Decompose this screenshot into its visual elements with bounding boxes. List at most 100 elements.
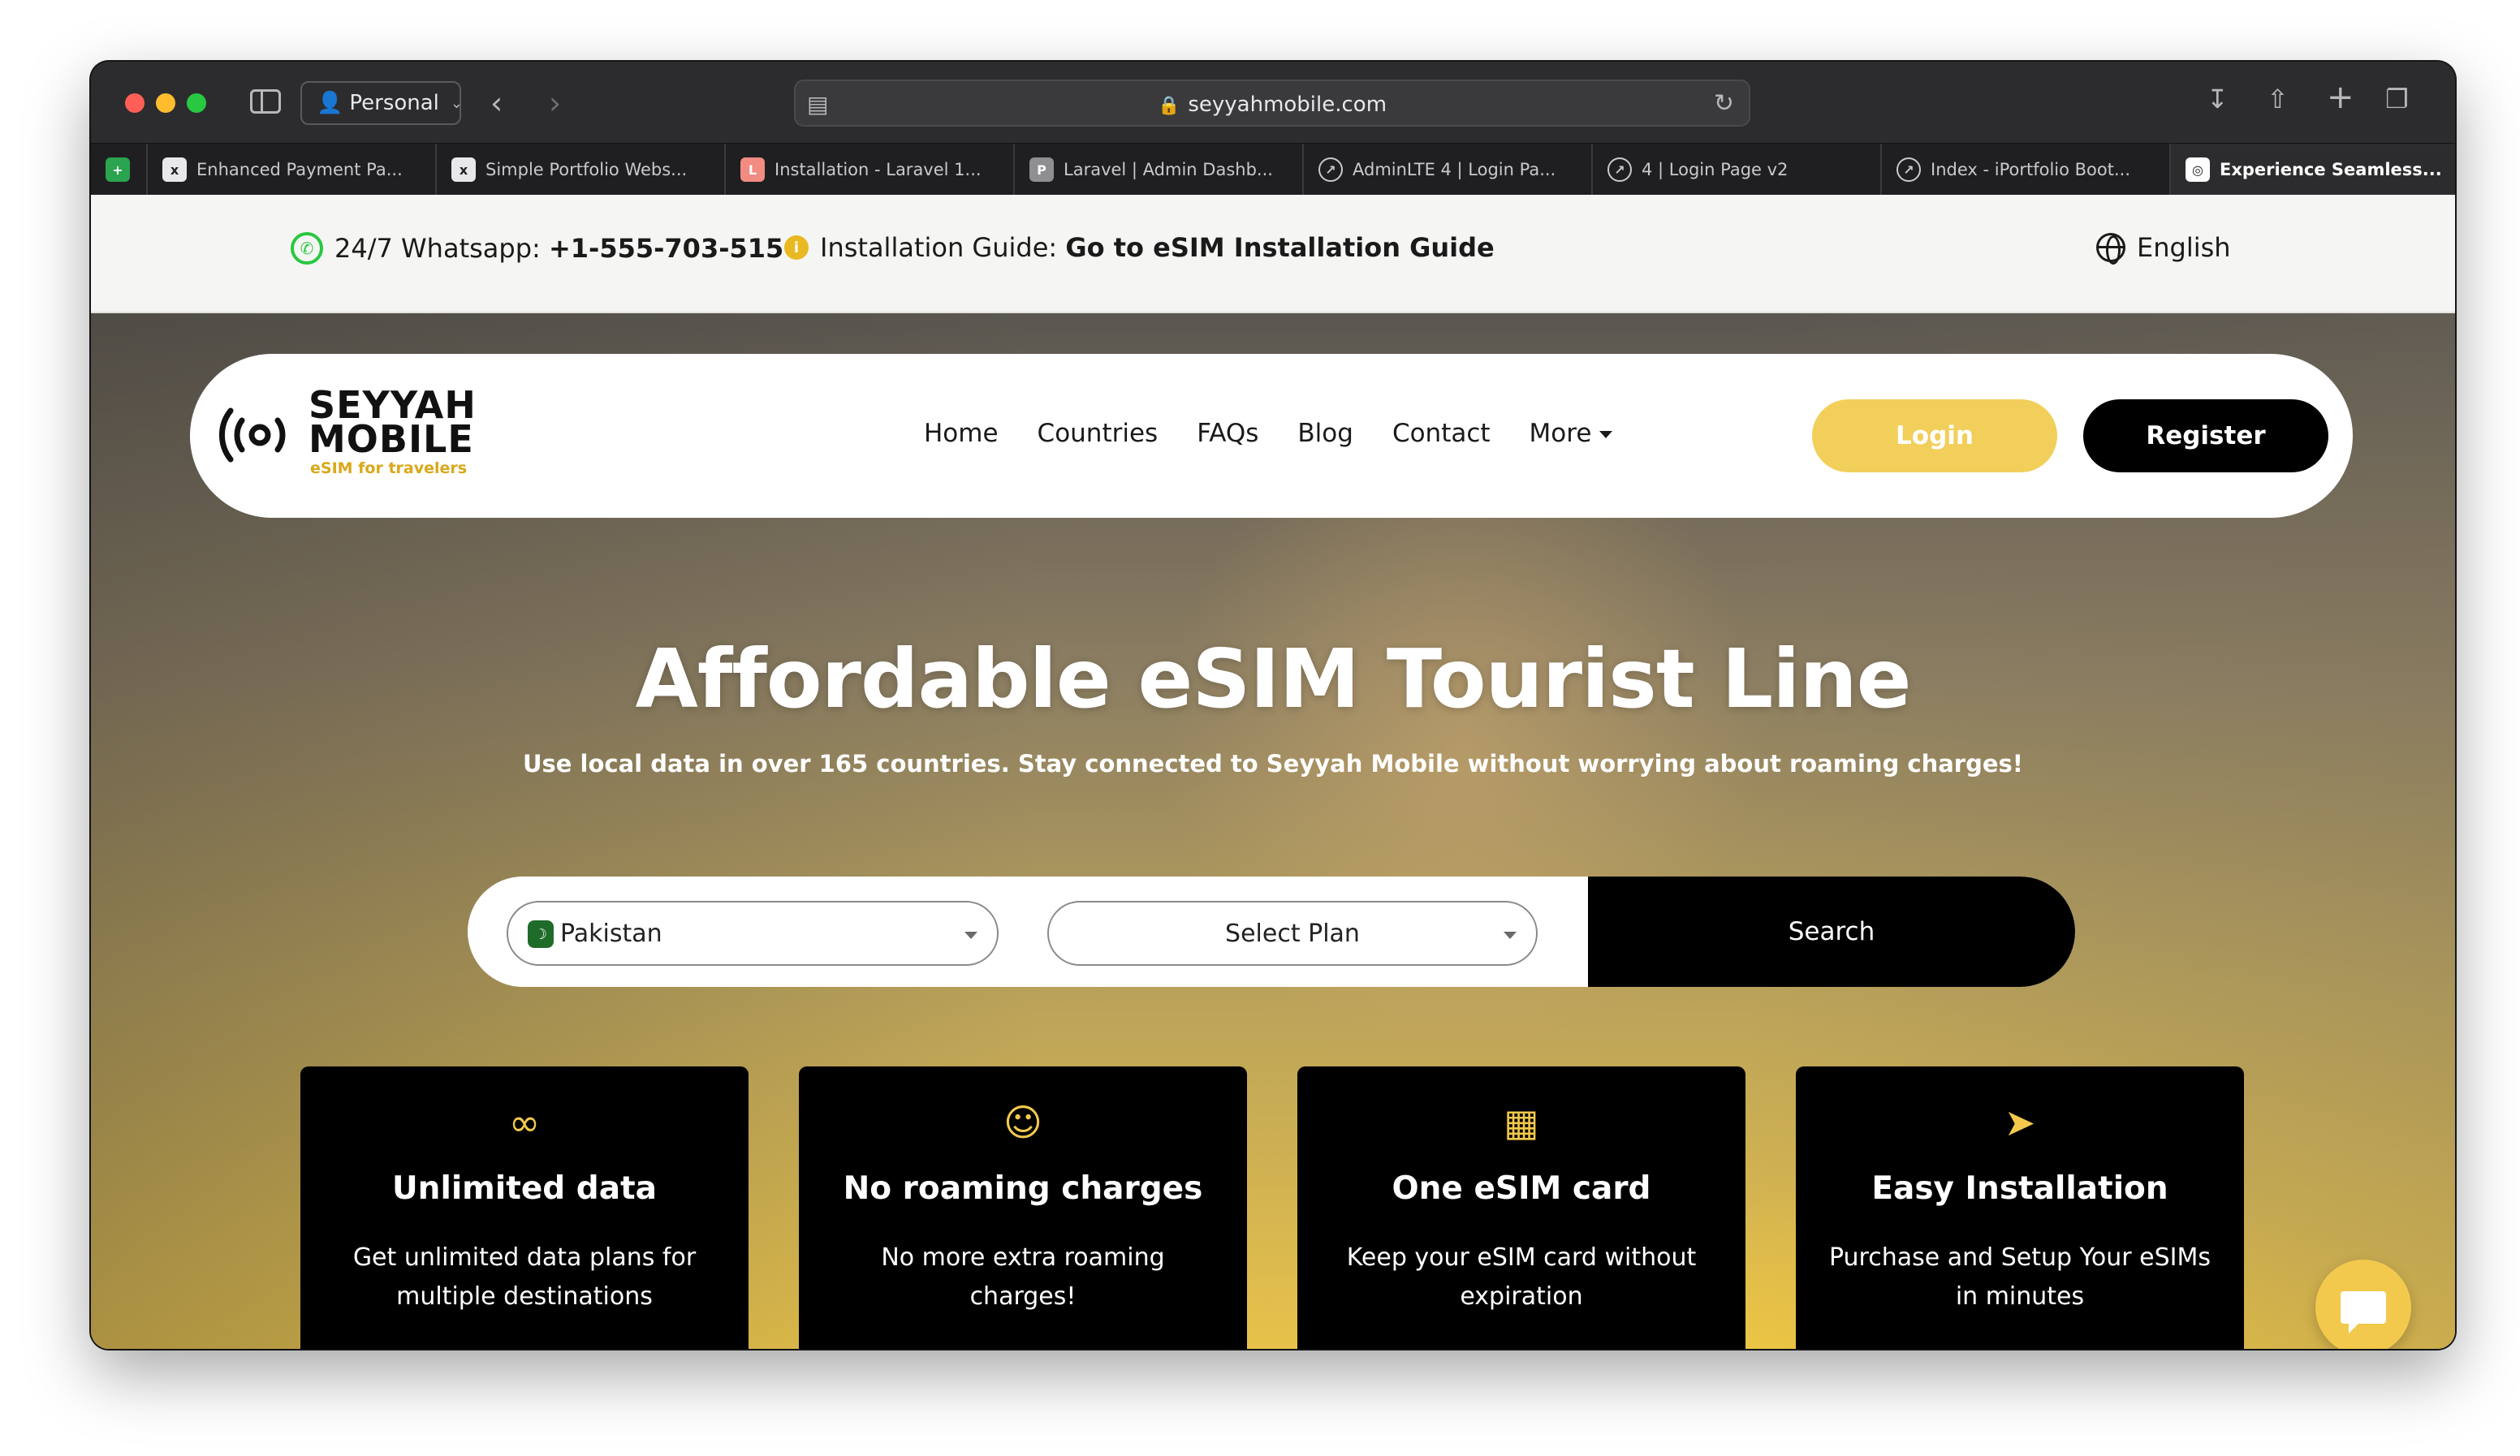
compass-favicon-icon: ↗	[1896, 157, 1921, 182]
pakistan-flag-icon: ☽	[528, 920, 554, 948]
sheets-favicon-icon: +	[106, 157, 130, 182]
guide-link[interactable]: Go to eSIM Installation Guide	[1065, 232, 1494, 263]
tab-login-page-v2[interactable]: ↗ 4 | Login Page v2	[1593, 144, 1882, 196]
feature-desc: No more extra roaming charges!	[881, 1243, 1165, 1311]
tab-label: AdminLTE 4 | Login Pa...	[1353, 160, 1556, 179]
caret-down-icon	[1504, 932, 1517, 939]
tab-laravel-admin[interactable]: P Laravel | Admin Dashb...	[1015, 144, 1304, 196]
info-icon: i	[784, 235, 809, 260]
caret-down-icon	[1599, 431, 1613, 438]
feature-title: No roaming charges	[843, 1170, 1203, 1207]
nav-contact[interactable]: Contact	[1392, 419, 1491, 448]
tab-label: Enhanced Payment Pa...	[196, 160, 403, 179]
tab-label: 4 | Login Page v2	[1642, 160, 1789, 179]
nav-faqs[interactable]: FAQs	[1197, 419, 1258, 448]
tab-installation-laravel[interactable]: L Installation - Laravel 1...	[726, 144, 1015, 196]
letter-p-favicon-icon: P	[1029, 157, 1054, 182]
caret-down-icon	[964, 932, 977, 939]
hero-section: SEYYAH MOBILE eSIM for travelers Home Co…	[91, 313, 2455, 1349]
tab-iportfolio[interactable]: ↗ Index - iPortfolio Boot...	[1882, 144, 2171, 196]
surprised-face-icon: ☺	[1003, 1101, 1042, 1144]
url-text: seyyahmobile.com	[1188, 93, 1387, 117]
search-button[interactable]: Search	[1588, 877, 2075, 987]
tab-label: Simple Portfolio Webs...	[485, 160, 688, 179]
feature-desc: Purchase and Setup Your eSIMs in minutes	[1828, 1243, 2211, 1311]
back-arrow-icon[interactable]: ‹	[490, 88, 503, 118]
compass-favicon-icon: ↗	[1318, 157, 1343, 182]
sidebar-toggle-icon[interactable]	[250, 89, 281, 114]
laravel-favicon-icon: L	[740, 157, 765, 182]
feature-title: Easy Installation	[1871, 1170, 2168, 1207]
close-window-button[interactable]	[125, 93, 145, 113]
minimize-window-button[interactable]	[156, 93, 175, 113]
language-label: English	[2137, 232, 2231, 263]
hero-title: Affordable eSIM Tourist Line	[635, 631, 1912, 726]
country-value: Pakistan	[560, 919, 662, 948]
login-button[interactable]: Login	[1812, 399, 2057, 472]
tab-adminlte-login[interactable]: ↗ AdminLTE 4 | Login Pa...	[1304, 144, 1593, 196]
browser-window: 👤 Personal ⌄ ‹ › ▤ 🔒 seyyahmobile.com ↻ ↧…	[91, 62, 2455, 1349]
profile-label: Personal	[349, 91, 439, 115]
tab-label: Experience Seamless...	[2220, 160, 2442, 179]
rocket-icon: ➤	[2004, 1101, 2036, 1144]
plan-placeholder: Select Plan	[1225, 919, 1360, 948]
nav-home[interactable]: Home	[924, 419, 999, 448]
compass-favicon-icon: ↗	[1607, 157, 1632, 182]
country-select[interactable]: ☽ Pakistan	[507, 901, 999, 966]
logo-tagline: eSIM for travelers	[310, 459, 468, 477]
feature-cards: ∞ Unlimited data Get unlimited data plan…	[300, 1066, 2246, 1349]
reload-icon[interactable]: ↻	[1714, 89, 1734, 118]
whatsapp-contact[interactable]: ✆ 24/7 Whatsapp: +1-555-703-5156	[291, 232, 802, 265]
tab-enhanced-payment[interactable]: x Enhanced Payment Pa...	[148, 144, 437, 196]
chevron-down-icon: ⌄	[450, 94, 463, 112]
address-bar[interactable]: ▤ 🔒 seyyahmobile.com ↻	[794, 80, 1750, 127]
person-icon: 👤	[317, 91, 343, 115]
tab-experience-seamless[interactable]: ◎ Experience Seamless...	[2171, 144, 2455, 196]
share-icon[interactable]: ⇧	[2267, 86, 2289, 112]
site-favicon-icon: x	[451, 157, 476, 182]
language-selector[interactable]: English	[2096, 232, 2231, 265]
live-chat-button[interactable]	[2315, 1260, 2411, 1349]
hero-subtitle: Use local data in over 165 countries. St…	[522, 750, 2024, 778]
whatsapp-prefix: 24/7 Whatsapp:	[334, 233, 541, 264]
tab-overview-icon[interactable]: ❐	[2385, 86, 2409, 112]
info-topbar: ✆ 24/7 Whatsapp: +1-555-703-5156 i Insta…	[91, 195, 2455, 313]
nav-blog[interactable]: Blog	[1297, 419, 1353, 448]
brand-logo[interactable]: SEYYAH MOBILE	[309, 386, 477, 461]
plan-select[interactable]: Select Plan	[1047, 901, 1538, 966]
sim-card-icon: ▦	[1504, 1101, 1539, 1144]
download-icon[interactable]: ↧	[2207, 86, 2229, 112]
seyyah-favicon-icon: ◎	[2186, 157, 2210, 182]
nav-links: Home Countries FAQs Blog Contact More	[924, 419, 1613, 448]
feature-card: ➤ Easy Installation Purchase and Setup Y…	[1796, 1066, 2244, 1349]
new-tab-icon[interactable]: +	[2327, 81, 2354, 114]
profile-selector[interactable]: 👤 Personal ⌄	[300, 81, 463, 125]
plan-search-bar: ☽ Pakistan Select Plan Search	[468, 877, 2075, 987]
tab-strip: + x Enhanced Payment Pa... x Simple Port…	[91, 143, 2455, 196]
feature-title: One eSIM card	[1392, 1170, 1651, 1207]
logo-line-2: MOBILE	[309, 417, 474, 461]
feature-desc: Get unlimited data plans for multiple de…	[352, 1243, 697, 1311]
tab-label: Installation - Laravel 1...	[775, 160, 982, 179]
globe-icon	[2096, 233, 2125, 265]
installation-guide: i Installation Guide: Go to eSIM Install…	[784, 232, 1495, 263]
chat-bubble-icon	[2341, 1291, 2386, 1333]
nav-countries[interactable]: Countries	[1038, 419, 1159, 448]
feature-card: ▦ One eSIM card Keep your eSIM card with…	[1297, 1066, 1745, 1349]
signal-logo-icon	[218, 407, 286, 463]
lock-icon: 🔒	[1157, 96, 1180, 116]
tab-simple-portfolio[interactable]: x Simple Portfolio Webs...	[437, 144, 726, 196]
zoom-window-button[interactable]	[187, 93, 206, 113]
browser-titlebar: 👤 Personal ⌄ ‹ › ▤ 🔒 seyyahmobile.com ↻ ↧…	[91, 62, 2455, 143]
tab-pinned[interactable]: +	[91, 144, 148, 196]
register-button[interactable]: Register	[2083, 399, 2328, 472]
web-page: ✆ 24/7 Whatsapp: +1-555-703-5156 i Insta…	[91, 195, 2455, 1349]
main-navbar: SEYYAH MOBILE eSIM for travelers Home Co…	[190, 354, 2353, 518]
tab-label: Index - iPortfolio Boot...	[1931, 160, 2131, 179]
forward-arrow-icon[interactable]: ›	[549, 88, 561, 118]
feature-desc: Keep your eSIM card without expiration	[1346, 1243, 1697, 1311]
infinity-icon: ∞	[508, 1101, 541, 1144]
feature-card: ∞ Unlimited data Get unlimited data plan…	[300, 1066, 749, 1349]
nav-more-dropdown[interactable]: More	[1530, 419, 1613, 448]
feature-card: ☺ No roaming charges No more extra roami…	[799, 1066, 1247, 1349]
